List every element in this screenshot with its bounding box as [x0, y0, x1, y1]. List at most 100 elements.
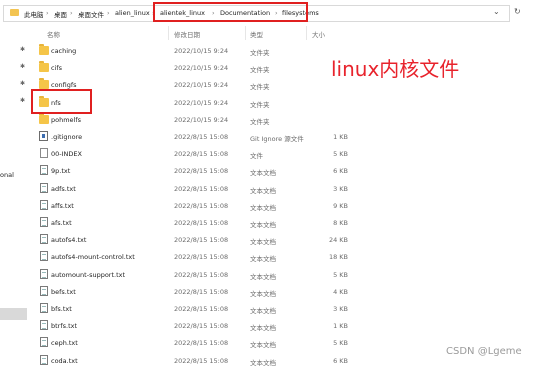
column-header-date[interactable]: 修改日期: [174, 29, 200, 39]
path-highlight-box: [153, 2, 308, 22]
column-divider[interactable]: [306, 26, 307, 40]
file-icon: [40, 148, 48, 159]
file-size: 9 KB: [333, 201, 348, 210]
file-size: 1 KB: [333, 133, 348, 141]
git-file-icon: [39, 131, 48, 141]
file-type: 文本文档: [250, 203, 276, 212]
list-item[interactable]: caching 2022/10/15 9:24 文件夹: [36, 42, 356, 59]
file-name: automount-support.txt: [51, 270, 126, 279]
column-header-type[interactable]: 类型: [250, 29, 263, 39]
list-item[interactable]: bfs.txt 2022/8/15 15:08 文本文档 3 KB: [36, 300, 356, 317]
text-file-icon: [40, 165, 48, 176]
file-name: 9p.txt: [51, 167, 71, 176]
list-item[interactable]: autofs4.txt 2022/8/15 15:08 文本文档 24 KB: [36, 231, 356, 248]
file-size: 24 KB: [328, 236, 348, 245]
list-item[interactable]: 9p.txt 2022/8/15 15:08 文本文档 6 KB: [36, 162, 356, 179]
file-date: 2022/10/15 9:24: [174, 81, 229, 90]
breadcrumb-alien-linux[interactable]: alien_linux: [115, 9, 150, 17]
file-name: bfs.txt: [51, 305, 72, 313]
file-name: cifs: [51, 64, 63, 73]
file-date: 2022/10/15 9:24: [174, 115, 229, 124]
column-divider[interactable]: [245, 26, 246, 40]
list-item[interactable]: automount-support.txt 2022/8/15 15:08 文本文档…: [36, 266, 356, 283]
list-item[interactable]: adfs.txt 2022/8/15 15:08 文本文档 3 KB: [36, 180, 356, 197]
pin-icon[interactable]: ✱: [20, 63, 25, 70]
file-date: 2022/8/15 15:08: [174, 150, 229, 159]
breadcrumb-desktop-files[interactable]: 桌面文件: [78, 9, 104, 19]
list-item[interactable]: btrfs.txt 2022/8/15 15:08 文本文档 1 KB: [36, 317, 356, 334]
file-type: 文本文档: [250, 358, 276, 367]
annotation-text: linux内核文件: [331, 57, 460, 81]
list-item[interactable]: affs.txt 2022/8/15 15:08 文本文档 9 KB: [36, 197, 356, 214]
file-date: 2022/8/15 15:08: [174, 287, 229, 296]
text-file-icon: [40, 320, 48, 331]
file-date: 2022/8/15 15:08: [174, 133, 229, 141]
nav-item-selected[interactable]: [0, 308, 27, 320]
column-header-size[interactable]: 大小: [312, 29, 325, 39]
file-name: pohmelfs: [51, 115, 82, 124]
list-item[interactable]: autofs4-mount-control.txt 2022/8/15 15:08…: [36, 248, 356, 265]
folder-icon: [39, 61, 49, 73]
file-date: 2022/8/15 15:08: [174, 253, 229, 262]
file-name: caching: [51, 47, 77, 55]
pin-icon[interactable]: ✱: [20, 97, 25, 104]
file-type: 文件夹: [250, 83, 270, 92]
navigation-pane: ✱ ✱ ✱ ✱ onal: [0, 26, 33, 366]
file-date: 2022/8/15 15:08: [174, 236, 229, 245]
pin-icon[interactable]: ✱: [20, 80, 25, 87]
file-type: 文件夹: [250, 49, 270, 57]
file-date: 2022/8/15 15:08: [174, 201, 229, 210]
text-file-icon: [40, 285, 48, 296]
file-size: 4 KB: [333, 287, 348, 296]
list-item[interactable]: .gitignore 2022/8/15 15:08 Git Ignore 源文件 1…: [36, 128, 356, 145]
file-date: 2022/8/15 15:08: [174, 219, 229, 227]
list-item[interactable]: 00-INDEX 2022/8/15 15:08 文件 5 KB: [36, 145, 356, 162]
file-size: 6 KB: [333, 356, 348, 365]
file-date: 2022/8/15 15:08: [174, 270, 229, 279]
breadcrumb-this-pc[interactable]: 此电脑: [24, 9, 44, 19]
file-type: 文件夹: [250, 117, 270, 126]
text-file-icon: [40, 182, 48, 193]
file-type: 文本文档: [250, 341, 276, 350]
nav-item-label[interactable]: onal: [0, 171, 14, 179]
file-type: 文件: [250, 152, 263, 161]
file-type: 文件夹: [250, 66, 270, 75]
column-header-name[interactable]: 名称: [47, 29, 60, 39]
list-item[interactable]: afs.txt 2022/8/15 15:08 文本文档 8 KB: [36, 214, 356, 231]
file-type: 文本文档: [250, 324, 276, 333]
file-size: 1 KB: [333, 322, 348, 331]
text-file-icon: [40, 354, 48, 365]
file-name: autofs4.txt: [51, 236, 87, 245]
list-item[interactable]: befs.txt 2022/8/15 15:08 文本文档 4 KB: [36, 283, 356, 300]
pin-icon[interactable]: ✱: [20, 46, 25, 53]
column-divider[interactable]: [168, 26, 169, 40]
chevron-right-icon: ›: [107, 9, 110, 17]
file-size: 3 KB: [333, 305, 348, 313]
text-file-icon: [40, 217, 48, 227]
file-name: afs.txt: [51, 219, 72, 227]
file-name: coda.txt: [51, 356, 78, 365]
file-name: befs.txt: [51, 287, 76, 296]
breadcrumb-desktop[interactable]: 桌面: [54, 9, 67, 19]
list-item[interactable]: coda.txt 2022/8/15 15:08 文本文档 6 KB: [36, 352, 356, 369]
file-size: 18 KB: [328, 253, 348, 262]
file-name: ceph.txt: [51, 339, 78, 348]
chevron-right-icon: ›: [70, 9, 73, 17]
folder-icon: [39, 112, 49, 124]
refresh-icon[interactable]: ↻: [514, 7, 521, 16]
file-type: 文本文档: [250, 272, 276, 281]
file-type: 文本文档: [250, 169, 276, 178]
file-type: 文本文档: [250, 221, 276, 229]
file-date: 2022/8/15 15:08: [174, 305, 229, 313]
folder-icon: [39, 44, 49, 55]
text-file-icon: [40, 303, 48, 313]
list-item[interactable]: ceph.txt 2022/8/15 15:08 文本文档 5 KB: [36, 334, 356, 351]
address-bar: 此电脑 › 桌面 › 桌面文件 › alien_linux › alientek…: [0, 0, 535, 26]
text-file-icon: [40, 251, 48, 262]
watermark: CSDN @Lgeme: [446, 346, 522, 357]
file-name: affs.txt: [51, 201, 74, 210]
list-item[interactable]: cifs 2022/10/15 9:24 文件夹: [36, 59, 356, 76]
chevron-down-icon[interactable]: ⌄: [493, 7, 500, 16]
folder-icon: [10, 9, 19, 16]
file-date: 2022/8/15 15:08: [174, 322, 229, 331]
